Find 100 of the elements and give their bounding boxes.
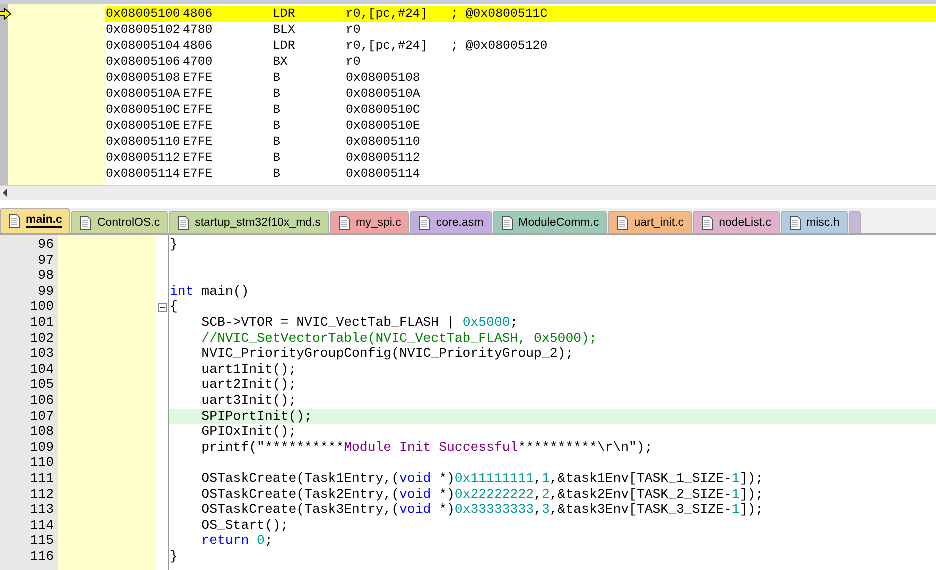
document-icon	[9, 214, 20, 228]
instruction-operands: r0,[pc,#24]	[346, 7, 429, 21]
file-tab[interactable]: uart_init.c	[608, 211, 692, 233]
instruction-address: 0x08005100	[105, 7, 182, 21]
instruction-mnemonic: LDR	[273, 39, 296, 53]
horizontal-scrollbar[interactable]	[0, 185, 936, 200]
line-number: 108	[30, 424, 54, 440]
instruction-operands: 0x08005112	[346, 151, 422, 165]
file-tab[interactable]: core.asm	[410, 211, 492, 233]
line-number: 116	[30, 548, 54, 564]
code-line: uart3Init();	[200, 392, 298, 409]
document-icon	[80, 216, 92, 230]
line-number: 113	[30, 502, 54, 518]
instruction-address: 0x08005110	[105, 135, 182, 149]
code-line: OSTaskCreate(Task3Entry,(void *)0x33333333,3,&task3Env[TASK_3_SIZE-1]);	[200, 502, 765, 518]
instruction-operands: r0	[346, 23, 362, 37]
instruction-mnemonic: BX	[273, 55, 289, 69]
instruction-address: 0x08005104	[105, 39, 182, 53]
code-line: int main()	[169, 284, 250, 300]
line-number: 109	[30, 440, 54, 456]
line-number: 102	[30, 330, 54, 346]
instruction-opcode: E7FE	[183, 87, 214, 101]
instruction-comment: ; @0x08005120	[451, 39, 548, 53]
instruction-opcode: E7FE	[183, 71, 214, 85]
code-line: }	[169, 237, 179, 253]
instruction-opcode: E7FE	[183, 167, 214, 181]
instruction-opcode: E7FE	[183, 119, 214, 133]
line-number: 114	[30, 518, 54, 534]
code-line: printf("**********Module Init Successful**********\r\n");	[200, 440, 654, 456]
instruction-mnemonic: LDR	[273, 7, 296, 21]
line-number: 115	[30, 533, 54, 549]
instruction-address: 0x08005114	[105, 167, 182, 181]
line-number: 110	[30, 455, 54, 471]
document-icon	[502, 216, 513, 230]
code-line: GPIOxInit();	[200, 424, 298, 440]
instruction-address: 0x0800510E	[105, 119, 182, 133]
file-tab[interactable]: misc.h	[780, 211, 848, 233]
instruction-address: 0x0800510C	[105, 103, 182, 117]
instruction-mnemonic: B	[273, 135, 282, 149]
instruction-mnemonic: B	[273, 119, 282, 133]
instruction-opcode: E7FE	[183, 151, 214, 165]
line-number: 101	[30, 314, 54, 331]
file-tab[interactable]: main.c	[0, 208, 70, 233]
code-line: NVIC_PriorityGroupConfig(NVIC_PriorityGroup_2);	[200, 346, 575, 362]
file-tab[interactable]: my_spi.c	[330, 211, 410, 233]
code-line: //NVIC_SetVectorTable(NVIC_VectTab_FLASH, 0x5000);	[200, 330, 598, 346]
file-tab[interactable]: nodeList.c	[693, 211, 780, 233]
line-number: 112	[30, 486, 54, 502]
line-number: 97	[38, 252, 54, 268]
code-line: OSTaskCreate(Task2Entry,(void *)0x22222222,2,&task2Env[TASK_2_SIZE-1]);	[200, 486, 765, 502]
line-number: 106	[30, 392, 54, 409]
instruction-mnemonic: BLX	[273, 23, 296, 37]
line-number: 99	[38, 284, 54, 300]
document-icon	[617, 216, 628, 230]
scroll-left-icon[interactable]	[2, 189, 8, 197]
instruction-operands: 0x0800510E	[346, 119, 422, 133]
instruction-mnemonic: B	[273, 103, 282, 117]
document-icon	[419, 216, 430, 230]
file-tab[interactable]: ControlOS.c	[71, 211, 168, 233]
instruction-mnemonic: B	[273, 87, 282, 101]
line-number: 100	[30, 299, 54, 315]
instruction-operands: 0x08005114	[346, 167, 422, 181]
instruction-address: 0x08005112	[105, 151, 182, 165]
code-line: OSTaskCreate(Task1Entry,(void *)0x11111111,1,&task1Env[TASK_1_SIZE-1]);	[200, 470, 765, 486]
instruction-operands: r0,[pc,#24]	[346, 39, 429, 53]
instruction-comment: ; @0x0800511C	[451, 7, 548, 21]
code-line: }	[169, 548, 179, 564]
instruction-opcode: E7FE	[183, 135, 214, 149]
instruction-address: 0x08005106	[105, 55, 182, 69]
line-number: 96	[38, 237, 54, 253]
instruction-opcode: 4780	[183, 23, 214, 37]
code-line: uart1Init();	[200, 362, 298, 378]
code-line: OS_Start();	[200, 518, 290, 534]
code-line: {	[169, 299, 179, 315]
instruction-opcode: 4806	[183, 39, 214, 53]
line-number: 103	[30, 346, 54, 362]
line-number: 98	[38, 268, 54, 284]
instruction-address: 0x08005102	[105, 23, 182, 37]
document-icon	[702, 216, 714, 230]
line-number: 111	[30, 470, 54, 486]
code-line: return 0;	[200, 533, 274, 549]
code-line: uart2Init();	[200, 377, 298, 393]
code-line: SCB->VTOR = NVIC_VectTab_FLASH | 0x5000;	[200, 314, 520, 331]
line-number: 104	[30, 362, 54, 378]
instruction-operands: 0x08005110	[346, 135, 422, 149]
document-icon	[178, 216, 190, 230]
instruction-mnemonic: B	[273, 151, 282, 165]
instruction-mnemonic: B	[273, 167, 282, 181]
instruction-operands: 0x0800510A	[346, 87, 422, 101]
collapse-icon[interactable]	[158, 302, 166, 312]
file-tab[interactable]: startup_stm32f10x_md.s	[169, 211, 329, 233]
instruction-operands: 0x0800510C	[346, 103, 422, 117]
line-number: 107	[30, 408, 54, 424]
instruction-address: 0x0800510A	[105, 87, 182, 101]
document-icon	[790, 216, 800, 230]
instruction-opcode: 4700	[183, 55, 214, 69]
line-number: 105	[30, 377, 54, 393]
file-tab[interactable]: ModuleComm.c	[492, 211, 608, 233]
instruction-opcode: E7FE	[183, 103, 214, 117]
instruction-operands: 0x08005108	[346, 71, 422, 85]
